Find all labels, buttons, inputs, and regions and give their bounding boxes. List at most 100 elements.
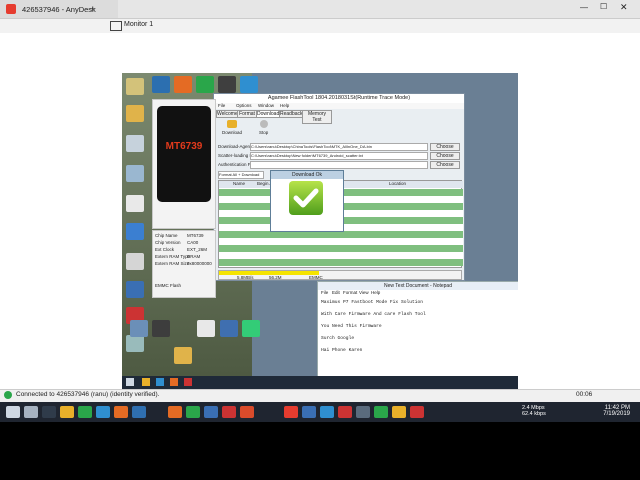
table-row[interactable] xyxy=(219,238,463,245)
notepad-window[interactable]: New Text Document - Notepad File Edit Fo… xyxy=(317,281,518,379)
menu-edit[interactable]: Edit xyxy=(332,290,340,295)
letterbox xyxy=(0,422,640,480)
desktop-recycle-icon[interactable] xyxy=(126,135,144,152)
mode-select[interactable]: Format All + Download xyxy=(218,171,264,179)
app-icon[interactable] xyxy=(302,406,316,418)
app-icon[interactable] xyxy=(204,406,218,418)
session-timer: 00:06 xyxy=(576,391,593,398)
monitor-bar: Monitor 1 xyxy=(0,18,640,33)
app-icon[interactable] xyxy=(374,406,388,418)
notepad-line: You Need This Firmware xyxy=(321,324,382,329)
anydesk-statusbar: Connected to 426537946 (ranu) (identity … xyxy=(0,389,640,402)
clock[interactable]: 11:42 PM 7/19/2019 xyxy=(603,405,630,417)
desktop-app-icon[interactable] xyxy=(126,281,144,298)
desktop-app-icon[interactable] xyxy=(196,76,214,93)
desktop-app-icon[interactable] xyxy=(242,320,260,337)
chip-info-row: Chip Name MT6739 xyxy=(155,233,204,238)
desktop-app-icon[interactable] xyxy=(152,320,170,337)
menu-file[interactable]: File xyxy=(218,103,225,108)
edge-icon[interactable] xyxy=(96,406,110,418)
app-icon[interactable] xyxy=(222,406,236,418)
download-icon xyxy=(227,120,237,128)
explorer-icon[interactable] xyxy=(60,406,74,418)
session-tab-label: 426537946 - AnyDesk xyxy=(22,5,96,14)
desktop-file-icon[interactable] xyxy=(197,320,215,337)
chrome-icon[interactable] xyxy=(186,406,200,418)
chip-info-row: Extern RAM Size 0x80000000 xyxy=(155,261,212,266)
maximize-button[interactable]: ☐ xyxy=(600,2,607,11)
download-button[interactable]: Download xyxy=(222,120,242,136)
desktop-app-icon[interactable] xyxy=(240,76,258,93)
taskbar-app-icon[interactable] xyxy=(184,378,192,386)
download-agent-field[interactable]: C:\Users\ranu\Desktop\ChinaTools\FlashTo… xyxy=(250,143,428,151)
app-icon[interactable] xyxy=(410,406,424,418)
auth-field[interactable] xyxy=(250,161,428,169)
search-icon[interactable] xyxy=(24,406,38,418)
menu-help[interactable]: Help xyxy=(371,290,380,295)
tab-memory-test[interactable]: Memory Test xyxy=(302,110,332,124)
download-agent-label: Download-Agent xyxy=(218,144,252,149)
menu-format[interactable]: Format xyxy=(343,290,357,295)
table-row[interactable] xyxy=(219,231,463,238)
minimize-button[interactable]: — xyxy=(580,3,588,12)
new-tab-button[interactable]: + xyxy=(90,4,95,14)
desktop-app-icon[interactable] xyxy=(130,320,148,337)
download-ok-dialog[interactable]: Download Ok xyxy=(270,170,344,232)
choose-auth-button[interactable]: Choose xyxy=(430,161,460,169)
monitor-tab[interactable]: Monitor 1 xyxy=(124,21,153,28)
taskbar-app-icon[interactable] xyxy=(170,378,178,386)
chip-info-panel: Chip Name MT6739 Chip Version CA00 Ext C… xyxy=(152,230,216,298)
taskbar-app-icon[interactable] xyxy=(142,378,150,386)
scatter-field[interactable]: C:\Users\ranu\Desktop\New folder\MT6739_… xyxy=(250,152,428,160)
desktop-folder-icon[interactable] xyxy=(174,347,192,364)
word-icon[interactable] xyxy=(132,406,146,418)
firefox-icon[interactable] xyxy=(114,406,128,418)
desktop-app-icon[interactable] xyxy=(174,76,192,93)
app-icon[interactable] xyxy=(338,406,352,418)
windows-start-icon[interactable] xyxy=(126,378,134,386)
desktop-app-icon[interactable] xyxy=(218,76,236,93)
session-tab[interactable]: 426537946 - AnyDesk xyxy=(0,0,118,18)
table-row[interactable] xyxy=(219,252,463,259)
menu-options[interactable]: Options xyxy=(236,103,252,108)
menu-view[interactable]: View xyxy=(359,290,369,295)
app-icon[interactable] xyxy=(320,406,334,418)
desktop-folder-icon[interactable] xyxy=(126,78,144,95)
chrome-icon[interactable] xyxy=(78,406,92,418)
remote-desktop[interactable]: Agamee FlashTool 1804.2018031St(Runtime … xyxy=(122,73,518,389)
anydesk-taskbar-icon[interactable] xyxy=(284,406,298,418)
notepad-line: With Care Firmware And care Flash Tool xyxy=(321,312,426,317)
firefox-icon[interactable] xyxy=(168,406,182,418)
flashtool-menubar: File Options Window Help xyxy=(214,103,464,109)
taskbar-app-icon[interactable] xyxy=(156,378,164,386)
choose-scatter-button[interactable]: Choose xyxy=(430,152,460,160)
desktop-app-icon[interactable] xyxy=(220,320,238,337)
menu-help[interactable]: Help xyxy=(280,103,289,108)
taskview-icon[interactable] xyxy=(42,406,56,418)
desktop-app-icon[interactable] xyxy=(152,76,170,93)
host-taskbar: 2.4 Mbps 62.4 kbps 11:42 PM 7/19/2019 xyxy=(0,402,640,422)
network-download: 62.4 kbps xyxy=(522,411,546,417)
tab-readback[interactable]: Readback xyxy=(279,110,303,118)
app-icon[interactable] xyxy=(392,406,406,418)
tab-format[interactable]: Format xyxy=(237,110,257,118)
desktop-folder-icon[interactable] xyxy=(126,105,144,122)
windows-start-icon[interactable] xyxy=(6,406,20,418)
desktop-file-icon[interactable] xyxy=(126,253,144,270)
desktop-recycle-icon[interactable] xyxy=(126,335,144,352)
stop-button[interactable]: Stop xyxy=(256,120,272,136)
close-button[interactable]: ✕ xyxy=(620,2,628,13)
tab-download[interactable]: Download xyxy=(256,110,280,118)
tab-welcome[interactable]: Welcome xyxy=(216,110,238,118)
app-icon[interactable] xyxy=(240,406,254,418)
table-row[interactable] xyxy=(219,245,463,252)
desktop-file-icon[interactable] xyxy=(126,195,144,212)
table-row[interactable] xyxy=(219,259,463,266)
desktop-app-icon[interactable] xyxy=(126,165,144,182)
menu-file[interactable]: File xyxy=(321,290,328,295)
anydesk-icon xyxy=(6,4,16,14)
choose-agent-button[interactable]: Choose xyxy=(430,143,460,151)
app-icon[interactable] xyxy=(356,406,370,418)
menu-window[interactable]: Window xyxy=(258,103,274,108)
desktop-app-icon[interactable] xyxy=(126,223,144,240)
